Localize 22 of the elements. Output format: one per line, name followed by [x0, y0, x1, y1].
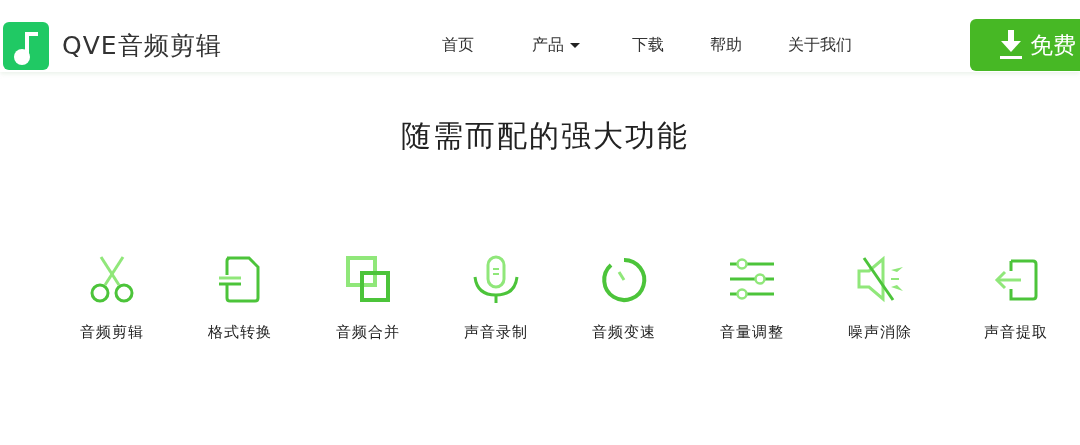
- microphone-icon: [471, 255, 521, 305]
- feature-label: 噪声消除: [848, 323, 912, 342]
- muted-speaker-icon: [855, 255, 905, 305]
- caret-icon: [569, 42, 580, 48]
- nav-link[interactable]: 产品: [531, 34, 580, 56]
- brand-name[interactable]: QVE音频剪辑: [62, 28, 222, 62]
- nav-link[interactable]: 关于我们: [787, 34, 852, 56]
- feature-label: 声音录制: [464, 323, 528, 342]
- feature-label: 格式转换: [208, 323, 272, 342]
- nav-link[interactable]: 帮助: [709, 34, 742, 56]
- section-title: 随需而配的强大功能: [400, 117, 690, 155]
- feature-label: 声音提取: [984, 323, 1048, 342]
- nav-link[interactable]: 首页: [441, 34, 474, 56]
- timer-icon: [599, 255, 649, 305]
- feature-label: 音频变速: [592, 323, 656, 342]
- download-icon: [1000, 30, 1022, 60]
- feature-label: 音频合并: [336, 323, 400, 342]
- nav-link[interactable]: 下载: [631, 34, 664, 56]
- feature-label: 音量调整: [720, 323, 784, 342]
- music-note-icon[interactable]: [3, 22, 49, 70]
- overlapping-squares-icon: [343, 255, 393, 305]
- feature-label: 音频剪辑: [80, 323, 144, 342]
